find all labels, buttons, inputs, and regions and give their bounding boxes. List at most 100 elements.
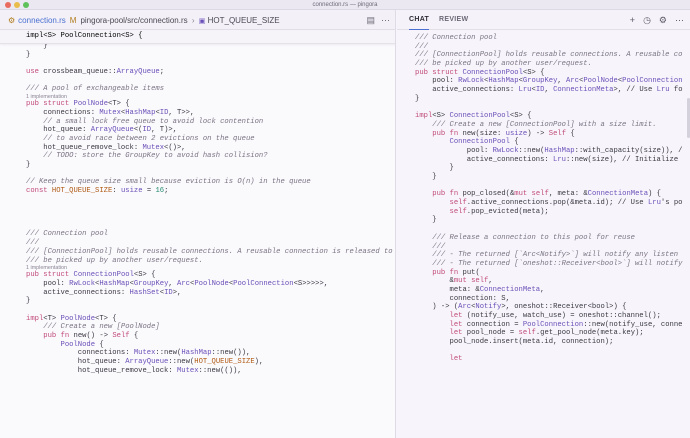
- code-line: /// A pool of exchangeable items: [26, 85, 165, 94]
- chat-code-line: impl<S> ConnectionPool<S> {: [415, 112, 532, 121]
- breadcrumb[interactable]: pingora-pool/src/connection.rs › ▣ HOT_Q…: [80, 16, 279, 25]
- chat-code-line: [415, 225, 683, 234]
- breadcrumb-separator: ›: [191, 15, 195, 25]
- chat-code-line: [415, 104, 683, 113]
- chat-code-line: let (notify_use, watch_use) = oneshot::c…: [449, 312, 661, 320]
- code-line: }: [26, 297, 31, 306]
- code-line: ///: [26, 239, 39, 248]
- chat-code-block: /// Connection pool////// [ConnectionPoo…: [415, 34, 683, 364]
- code-line: hot_queue: ArrayQueue<(ID, T)>,: [26, 126, 178, 135]
- rust-file-icon: ⚙: [8, 15, 16, 25]
- chat-code-line: self.pop_evicted(meta);: [449, 207, 549, 216]
- code-line: /// [ConnectionPool] holds reusable conn…: [26, 247, 396, 256]
- plus-icon[interactable]: +: [630, 15, 635, 25]
- code-editor[interactable]: ⚙ connection.rs M pingora-pool/src/conne…: [0, 10, 396, 438]
- chat-code-line: /// Connection pool: [415, 34, 497, 42]
- code-line: pub fn new() -> Self {: [43, 332, 139, 340]
- chat-code-line: /// [ConnectionPool] holds reusable conn…: [415, 51, 683, 60]
- code-line: }: [26, 50, 31, 59]
- editor-tab-bar: ⚙ connection.rs M pingora-pool/src/conne…: [0, 10, 395, 30]
- chat-code-line: ///: [415, 42, 428, 51]
- chat-code-line: pool_node.insert(meta.id, connection);: [415, 338, 614, 347]
- chat-code-line: let: [449, 355, 463, 364]
- code-line: pool: RwLock<HashMap<GroupKey, Arc<PoolN…: [26, 279, 329, 288]
- chat-code-line: /// - The returned [`Arc<Notify>`] will …: [415, 251, 679, 260]
- tab-modified-badge: M: [69, 15, 77, 25]
- more-icon[interactable]: ⋯: [675, 15, 684, 26]
- chat-code-line: pool: RwLock::new(HashMap::with_capacity…: [415, 146, 683, 155]
- chat-code-line: self.active_connections.pop(&meta.id); /…: [449, 199, 683, 208]
- history-icon[interactable]: ◷: [643, 15, 651, 26]
- sticky-line: impl<S> PoolConnection<S> {: [26, 32, 143, 40]
- code-line: /// be picked up by another user/request…: [26, 256, 203, 265]
- code-line: /// Create a new [PoolNode]: [26, 323, 160, 332]
- split-icon[interactable]: ▤: [366, 15, 375, 26]
- code-line: hot_queue: ArrayQueue::new(HOT_QUEUE_SIZ…: [26, 358, 264, 367]
- chat-code-line: let connection = PoolConnection::new(not…: [449, 320, 683, 329]
- tab-review[interactable]: REVIEW: [439, 10, 468, 30]
- code-line: connections: Mutex::new(HashMap::new()),: [26, 349, 251, 358]
- chat-code-line: /// - The returned [`oneshot::Receiver<b…: [415, 259, 683, 268]
- chat-code-line: }: [415, 216, 437, 225]
- chat-code-line: pub fn put(: [432, 268, 480, 277]
- chat-code-line: meta: &ConnectionMeta,: [415, 285, 545, 294]
- editor-code-lines[interactable]: }} use crossbeam_queue::ArrayQueue;/// A …: [26, 42, 396, 375]
- code-line: pub struct PoolNode<T> {: [26, 100, 130, 109]
- more-icon[interactable]: ⋯: [381, 15, 390, 26]
- code-line: use crossbeam_queue::ArrayQueue;: [26, 68, 165, 77]
- chat-code-line: active_connections: Lru::new(size), // I…: [415, 155, 679, 164]
- chat-code-line: pub fn new(size: usize) -> Self {: [432, 129, 575, 138]
- chat-code-line: ///: [415, 242, 446, 251]
- chat-code-line: /// be picked up by another user/request…: [415, 60, 592, 69]
- chat-panel: CHAT REVIEW + ◷ ⚙ ⋯ /// Connection pool /…: [397, 10, 690, 438]
- chat-code-line: [415, 182, 683, 191]
- code-line: pub struct ConnectionPool<S> {: [26, 271, 156, 280]
- tab-filename: connection.rs: [18, 15, 66, 25]
- chat-code-line: }: [415, 164, 454, 173]
- chat-code-line: let pool_node = self.get_pool_node(meta.…: [449, 329, 644, 338]
- code-line: const HOT_QUEUE_SIZE: usize = 16;: [26, 187, 169, 195]
- code-line: hot_queue_remove_lock: Mutex::new(()),: [26, 366, 242, 375]
- chat-code-line: active_connections: Lru<ID, ConnectionMe…: [415, 86, 683, 95]
- breadcrumb-path[interactable]: pingora-pool/src/connection.rs: [80, 16, 187, 25]
- code-line: // Keep the queue size small because evi…: [26, 178, 311, 187]
- chat-code-line: }: [415, 94, 420, 103]
- code-line: /// Connection pool: [26, 230, 108, 239]
- breadcrumb-symbol[interactable]: HOT_QUEUE_SIZE: [208, 16, 280, 25]
- sticky-scroll-header[interactable]: impl<S> PoolConnection<S> {: [0, 30, 395, 44]
- file-tab[interactable]: ⚙ connection.rs M pingora-pool/src/conne…: [0, 10, 280, 30]
- chat-code-line: connection: S,: [415, 294, 510, 303]
- chat-code-line: pool: RwLock<HashMap<GroupKey, Arc<PoolN…: [415, 77, 683, 86]
- code-line: // a small lock free queue to avoid lock…: [26, 117, 264, 126]
- window-title: connection.rs — pingora: [312, 2, 378, 8]
- code-line: }: [26, 160, 31, 169]
- chat-code-line: ) -> (Arc<Notify>, oneshot::Receiver<boo…: [415, 303, 627, 312]
- code-line: impl<T> PoolNode<T> {: [26, 314, 117, 323]
- code-line: PoolNode {: [60, 340, 104, 349]
- settings-icon[interactable]: ⚙: [659, 15, 667, 26]
- code-line: hot_queue_remove_lock: Mutex<()>,: [26, 143, 186, 152]
- chat-code-line: pub struct ConnectionPool<S> {: [415, 68, 545, 77]
- chat-code-line: [415, 347, 683, 356]
- code-line: connections: Mutex<HashMap<ID, T>>,: [26, 108, 195, 117]
- code-line: // TODO: store the GroupKey to avoid has…: [26, 152, 268, 161]
- window-titlebar: connection.rs — pingora: [0, 0, 690, 10]
- breadcrumb-symbol-icon: ▣: [198, 17, 206, 25]
- code-line: active_connections: HashSet<ID>,: [26, 288, 182, 297]
- tab-chat[interactable]: CHAT: [409, 10, 430, 30]
- chat-code-line: &mut self,: [415, 277, 493, 286]
- chat-header: CHAT REVIEW + ◷ ⚙ ⋯: [397, 10, 690, 30]
- chat-code-line: /// Release a connection to this pool fo…: [415, 233, 635, 242]
- chat-code-line: ConnectionPool {: [449, 138, 519, 147]
- chat-code-line: /// Create a new [ConnectionPool] with a…: [415, 120, 657, 129]
- chat-code-line: }: [415, 173, 437, 181]
- code-line: // to avoid race between 2 evictions on …: [26, 134, 255, 143]
